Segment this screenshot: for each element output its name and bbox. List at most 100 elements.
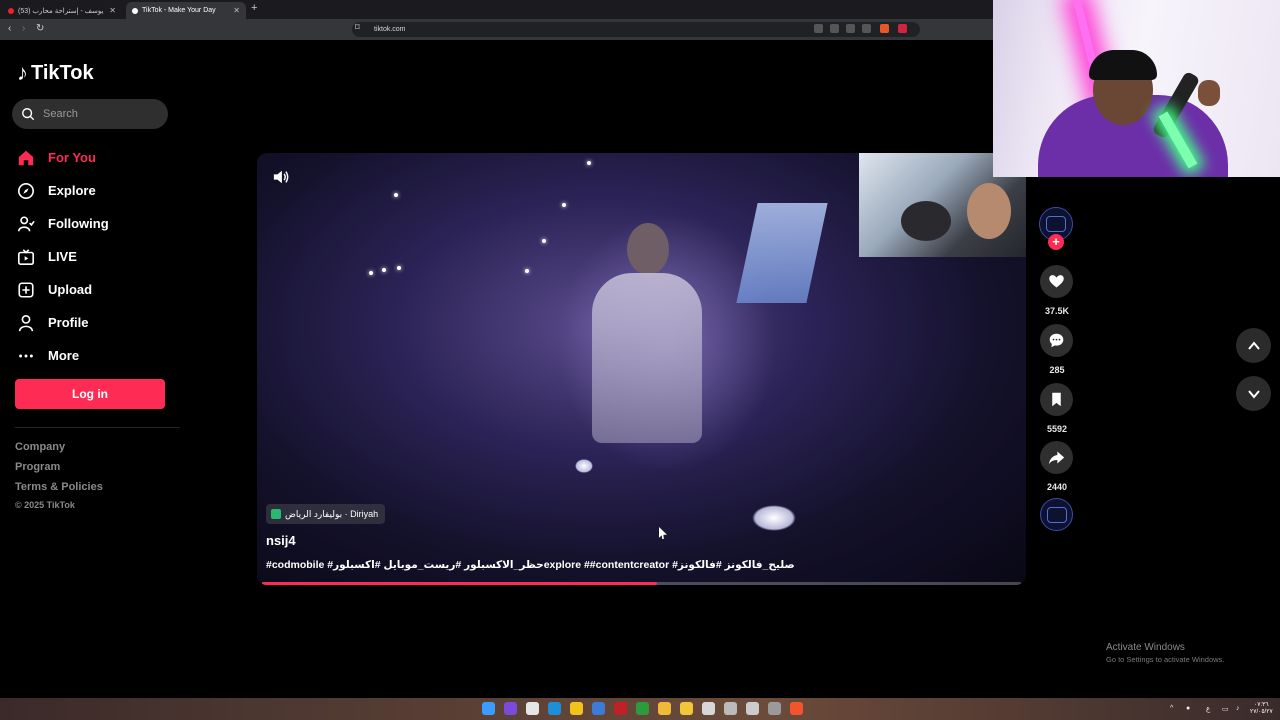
comment-icon <box>1049 333 1064 348</box>
share-button[interactable] <box>1040 441 1073 474</box>
tray-mic-icon[interactable]: ● <box>1186 705 1190 712</box>
follow-plus-button[interactable]: + <box>1048 234 1064 250</box>
close-tab-icon[interactable]: ✕ <box>109 6 116 15</box>
sidebar-item-profile[interactable]: Profile <box>17 306 109 339</box>
video-caption[interactable]: #codmobile #حظر_الاكسبلور #ريست_موبايل #… <box>266 559 795 571</box>
person-icon <box>18 314 34 331</box>
share-icon[interactable] <box>862 24 871 33</box>
browser-tab-active[interactable]: TikTok - Make Your Day ✕ <box>126 2 246 19</box>
footer-link-program[interactable]: Program <box>15 461 60 473</box>
sidebar-nav: For You Explore Following LIVE Upload Pr… <box>17 141 109 372</box>
avatar-logo-icon <box>1046 216 1066 232</box>
sidebar-item-for-you[interactable]: For You <box>17 141 109 174</box>
share-count: 2440 <box>1046 482 1068 492</box>
video-frame-light <box>525 269 529 273</box>
comment-button[interactable] <box>1040 324 1073 357</box>
location-badge[interactable]: بوليفارد الرياض · Diriyah <box>266 504 386 524</box>
clock-time: ٠٧:٣٦ <box>1254 702 1269 708</box>
new-tab-icon[interactable]: + <box>251 2 257 14</box>
windows-start-icon[interactable] <box>482 702 495 715</box>
tiktok-logo[interactable]: ♪ TikTok <box>17 60 94 86</box>
xbox-icon[interactable] <box>636 702 649 715</box>
heart-icon <box>1049 275 1064 288</box>
sidebar-item-label: More <box>48 348 80 363</box>
video-frame-window <box>736 203 828 303</box>
sidebar-item-label: For You <box>48 150 96 165</box>
tray-chevron-icon[interactable]: ^ <box>1170 705 1173 712</box>
chevron-down-icon <box>1247 389 1260 399</box>
music-disc-logo-icon <box>1046 506 1067 523</box>
sidebar-item-label: Explore <box>48 183 96 198</box>
calendar-icon[interactable] <box>526 702 539 715</box>
sidebar-item-explore[interactable]: Explore <box>17 174 109 207</box>
cam-person <box>901 201 951 241</box>
input-language[interactable]: ع <box>1206 705 1210 713</box>
sidebar-item-live[interactable]: LIVE <box>17 240 109 273</box>
login-button[interactable]: Log in <box>15 379 165 409</box>
extension-icon[interactable] <box>814 24 823 33</box>
video-frame-spot <box>575 459 593 473</box>
taskbar-clock[interactable]: ٠٧:٣٦ ٢٧/٠٥/٢٧ <box>1250 702 1273 716</box>
forward-icon[interactable]: › <box>22 23 25 34</box>
video-progress-fill <box>262 582 657 585</box>
tray-volume-icon[interactable]: ♪ <box>1236 705 1240 712</box>
footer-link-company[interactable]: Company <box>15 441 65 453</box>
video-frame-player <box>592 273 702 443</box>
folder-icon[interactable] <box>658 702 671 715</box>
clock-date: ٢٧/٠٥/٢٧ <box>1250 709 1273 715</box>
video-frame-spot <box>752 505 796 531</box>
music-disc[interactable] <box>1040 498 1073 531</box>
sidebar-item-upload[interactable]: Upload <box>17 273 109 306</box>
obs-icon[interactable] <box>768 702 781 715</box>
sidebar-item-label: Following <box>48 216 109 231</box>
previous-video-button[interactable] <box>1236 328 1271 363</box>
save-button[interactable] <box>1040 383 1073 416</box>
video-progress-bar[interactable] <box>262 582 1021 585</box>
steam-icon[interactable] <box>746 702 759 715</box>
search-input[interactable]: Search <box>12 99 168 129</box>
bookmark-icon[interactable]: ⌑ <box>355 22 360 33</box>
back-icon[interactable]: ‹ <box>8 23 11 34</box>
chrome-icon[interactable] <box>570 702 583 715</box>
brave-shield-icon[interactable] <box>880 24 889 33</box>
zoom-icon[interactable] <box>846 24 855 33</box>
volume-icon[interactable] <box>272 169 290 185</box>
extension-icon[interactable] <box>830 24 839 33</box>
capcut-icon[interactable] <box>724 702 737 715</box>
sidebar-item-more[interactable]: More <box>17 339 109 372</box>
activate-windows-subtitle: Go to Settings to activate Windows. <box>1106 655 1225 664</box>
webcam-person <box>1089 50 1157 80</box>
video-frame-light <box>394 193 398 197</box>
browser-tab[interactable]: (53) عايش يوسف - إستراحة محارب - ... ✕ <box>2 2 122 19</box>
video-frame-head <box>627 223 669 275</box>
video-author[interactable]: nsij4 <box>266 533 296 548</box>
next-video-button[interactable] <box>1236 376 1271 411</box>
like-button[interactable] <box>1040 265 1073 298</box>
video-frame-light <box>382 268 386 272</box>
brave-rewards-icon[interactable] <box>898 24 907 33</box>
app-icon[interactable] <box>702 702 715 715</box>
sidebar-item-following[interactable]: Following <box>17 207 109 240</box>
share-arrow-icon <box>1048 451 1065 465</box>
webcam-person <box>1198 80 1220 106</box>
brave-icon[interactable] <box>790 702 803 715</box>
footer-link-terms[interactable]: Terms & Policies <box>15 481 103 493</box>
chevron-up-icon <box>1247 340 1260 350</box>
mouse-cursor-icon <box>659 527 667 539</box>
app-icon[interactable] <box>680 702 693 715</box>
close-tab-icon[interactable]: ✕ <box>233 6 240 15</box>
search-icon <box>22 108 35 121</box>
app-icon[interactable] <box>592 702 605 715</box>
app-icon[interactable] <box>614 702 627 715</box>
location-text: بوليفارد الرياض · Diriyah <box>285 508 379 519</box>
discord-icon[interactable] <box>504 702 517 715</box>
reload-icon[interactable]: ↻ <box>36 23 44 34</box>
video-player[interactable]: بوليفارد الرياض · Diriyah nsij4 #codmobi… <box>257 153 1026 585</box>
home-icon <box>18 150 34 165</box>
video-frame-light <box>397 266 401 270</box>
video-frame-light <box>542 239 546 243</box>
tray-network-icon[interactable]: ▭ <box>1222 705 1229 713</box>
location-icon <box>271 509 281 519</box>
browser-tab-label: (53) عايش يوسف - إستراحة محارب - ... <box>18 7 105 15</box>
edge-icon[interactable] <box>548 702 561 715</box>
